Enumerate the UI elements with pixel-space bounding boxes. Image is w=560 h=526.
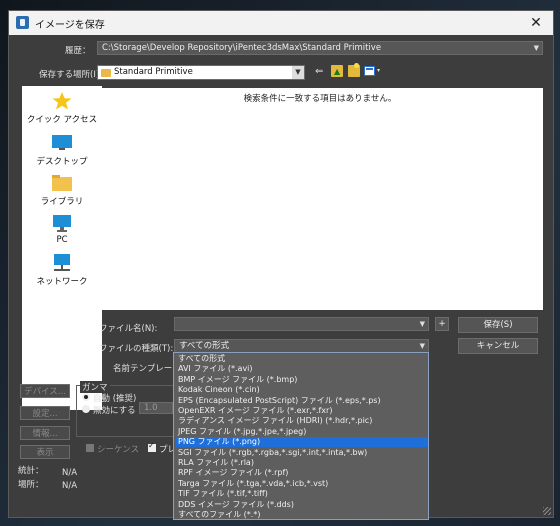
filename-input[interactable]: ▼ — [174, 317, 429, 331]
filetype-option[interactable]: PNG ファイル (*.png) — [176, 437, 428, 448]
filetype-option[interactable]: JPEG ファイル (*.jpg,*.jpe,*.jpeg) — [176, 427, 428, 437]
stats-value: N/A — [62, 468, 78, 478]
place-label: ライブラリ — [40, 197, 84, 207]
filetype-option[interactable]: すべてのファイル (*.*) — [176, 510, 428, 520]
back-icon[interactable]: ⇐ — [315, 66, 327, 78]
filetype-option[interactable]: Kodak Cineon (*.cin) — [176, 385, 428, 395]
file-list[interactable]: 検索条件に一致する項目はありません。 — [97, 88, 543, 310]
filetype-option[interactable]: Targa ファイル (*.tga,*.vda,*.icb,*.vst) — [176, 479, 428, 489]
filetype-option[interactable]: DDS イメージ ファイル (*.dds) — [176, 500, 428, 510]
folder-icon — [101, 69, 111, 77]
gamma-override-label: 無効にする — [93, 406, 136, 416]
up-folder-icon[interactable]: ▲ — [331, 65, 343, 77]
filetype-option[interactable]: RPF イメージ ファイル (*.rpf) — [176, 468, 428, 478]
filetype-option[interactable]: TIF ファイル (*.tif,*.tiff) — [176, 489, 428, 499]
stats-label: 統計： — [18, 466, 44, 476]
title-bar: イメージを保存 ✕ — [9, 11, 553, 35]
place-pc[interactable]: PC — [22, 214, 102, 245]
place-label: PC — [56, 235, 68, 245]
place-library[interactable]: ライブラリ — [22, 174, 102, 207]
info-button[interactable]: 情報... — [20, 426, 70, 440]
gamma-auto-radio[interactable] — [82, 393, 90, 401]
filename-label: ファイル名(N): — [99, 324, 158, 334]
history-label: 履歴： — [65, 46, 91, 56]
preview-checkbox[interactable] — [148, 441, 156, 452]
filetype-value: すべての形式 — [179, 341, 230, 351]
place-network[interactable]: ネットワーク — [22, 254, 102, 287]
filetype-option[interactable]: EPS (Encapsulated PostScript) ファイル (*.ep… — [176, 396, 428, 406]
save-in-label: 保存する場所(I): — [39, 70, 103, 80]
sequence-checkbox[interactable] — [86, 444, 94, 452]
setup-button[interactable]: 設定... — [20, 406, 70, 420]
pc-icon — [53, 215, 71, 232]
filetype-option[interactable]: ラディアンス イメージ ファイル (HDRI) (*.hdr,*.pic) — [176, 416, 428, 426]
view-menu-icon[interactable] — [364, 66, 375, 76]
filetype-label: ファイルの種類(T): — [99, 344, 174, 354]
history-combo[interactable]: C:\Storage\Develop Repository\iPentec3ds… — [97, 41, 543, 55]
app-icon — [16, 16, 29, 29]
filetype-dropdown-list: すべての形式 AVI ファイル (*.avi) BMP イメージ ファイル (*.b… — [173, 352, 429, 520]
filetype-select[interactable]: すべての形式 ▼ — [174, 339, 429, 353]
devices-button[interactable]: デバイス... — [20, 384, 70, 398]
increment-filename-button[interactable]: + — [435, 317, 449, 331]
chevron-down-icon: ▼ — [292, 66, 304, 79]
filetype-option[interactable]: AVI ファイル (*.avi) — [176, 364, 428, 374]
place-label: クイック アクセス — [26, 115, 98, 125]
sequence-label: シーケンス — [97, 445, 140, 455]
library-folder-icon — [52, 175, 72, 191]
places-bar: クイック アクセス デスクトップ ライブラリ PC ネットワーク — [22, 86, 102, 410]
empty-message: 検索条件に一致する項目はありません。 — [243, 94, 397, 104]
place-desktop[interactable]: デスクトップ — [22, 134, 102, 167]
location-label: 場所： — [18, 480, 44, 490]
dialog-title: イメージを保存 — [35, 20, 105, 31]
place-label: ネットワーク — [36, 277, 88, 287]
star-icon — [52, 92, 72, 110]
gamma-value: 1.0 — [144, 403, 158, 413]
save-button[interactable]: 保存(S) — [458, 317, 538, 333]
new-folder-icon[interactable] — [348, 63, 360, 77]
place-quick-access[interactable]: クイック アクセス — [22, 92, 102, 125]
view-dropdown-chevron-icon[interactable]: ▾ — [377, 67, 385, 79]
save-image-dialog: イメージを保存 ✕ 履歴： C:\Storage\Develop Reposit… — [8, 10, 554, 520]
location-value: N/A — [62, 481, 78, 491]
resize-grip-icon[interactable] — [543, 507, 551, 515]
cancel-button[interactable]: キャンセル — [458, 338, 538, 354]
filetype-option[interactable]: RLA ファイル (*.rla) — [176, 458, 428, 468]
filetype-option[interactable]: OpenEXR イメージ ファイル (*.exr,*.fxr) — [176, 406, 428, 416]
place-label: デスクトップ — [36, 157, 88, 167]
desktop-icon — [52, 135, 72, 150]
chevron-down-icon: ▼ — [533, 44, 539, 52]
gamma-auto-label: 自動 (推奨) — [93, 394, 137, 404]
history-value: C:\Storage\Develop Repository\iPentec3ds… — [102, 43, 382, 53]
filetype-option[interactable]: BMP イメージ ファイル (*.bmp) — [176, 375, 428, 385]
save-in-combo[interactable]: Standard Primitive ▼ — [97, 65, 305, 80]
chevron-down-icon: ▼ — [419, 320, 425, 328]
view-button[interactable]: 表示 — [20, 445, 70, 459]
save-in-value: Standard Primitive — [114, 67, 193, 77]
close-icon[interactable]: ✕ — [525, 12, 547, 34]
gamma-value-spinner[interactable]: 1.0 — [139, 402, 173, 414]
filetype-option[interactable]: すべての形式 — [176, 354, 428, 364]
gamma-override-radio[interactable] — [82, 405, 90, 413]
filetype-option[interactable]: SGI ファイル (*.rgb,*.rgba,*.sgi,*.int,*.int… — [176, 448, 428, 458]
network-icon — [54, 254, 70, 271]
